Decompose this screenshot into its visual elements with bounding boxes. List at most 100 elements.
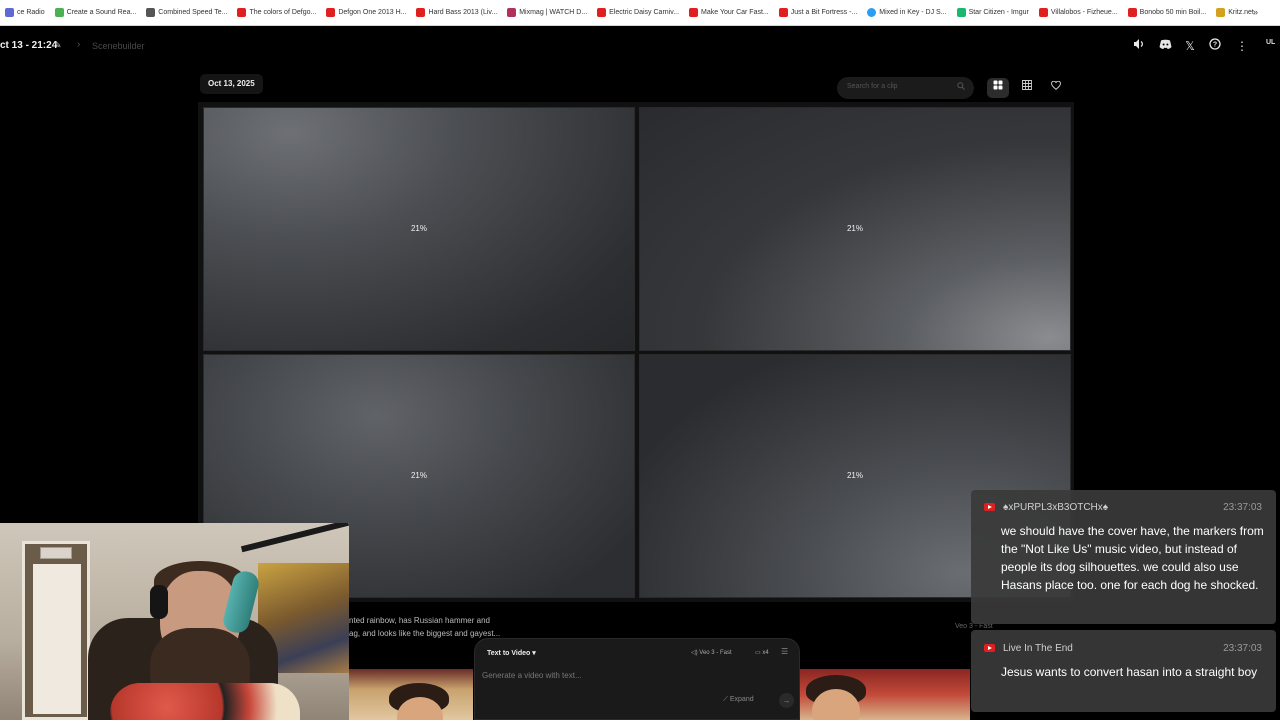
- bookmark-label: Defgon One 2013 H...: [338, 9, 407, 16]
- bookmarks-bar: ce Radio Create a Sound Rea... Combined …: [0, 0, 1280, 26]
- speaker-icon[interactable]: [1131, 38, 1147, 54]
- clip-progress: 21%: [410, 471, 427, 480]
- discord-icon[interactable]: [1157, 38, 1173, 54]
- chevron-down-icon: ▾: [532, 650, 536, 657]
- mode-select[interactable]: Text to Video ▾: [487, 649, 536, 657]
- bookmark-label: Kritz.net: [1228, 9, 1254, 16]
- clip-tile[interactable]: 21%: [639, 107, 1071, 351]
- pencil-icon[interactable]: ✎: [54, 40, 62, 51]
- svg-text:?: ?: [1213, 42, 1217, 49]
- clip-progress: 21%: [846, 224, 863, 233]
- bookmark-label: The colors of Defgo...: [249, 9, 317, 16]
- settings-sliders-icon[interactable]: ☰: [781, 647, 788, 656]
- bookmark-label: Just a Bit Fortress -...: [790, 9, 858, 16]
- bookmark-favicon-icon: [507, 8, 517, 17]
- search-placeholder: Search for a clip: [847, 83, 898, 90]
- bookmark-label: Electric Daisy Carniv...: [609, 9, 680, 16]
- youtube-icon: [237, 8, 247, 17]
- youtube-icon: [984, 644, 995, 652]
- avatar[interactable]: UL: [1266, 39, 1280, 53]
- chevron-right-icon: ›: [77, 39, 81, 50]
- bookmark-favicon-icon: [54, 8, 64, 17]
- clip-tile[interactable]: 21%: [203, 107, 635, 351]
- bookmark-item[interactable]: Villalobos - Fizheue...: [1034, 0, 1123, 25]
- youtube-icon: [689, 8, 699, 17]
- video-thumbnail[interactable]: [349, 669, 473, 720]
- chat-text: we should have the cover have, the marke…: [1001, 524, 1264, 592]
- bookmark-item[interactable]: Star Citizen - Imgur: [952, 0, 1034, 25]
- favorites-button[interactable]: [1045, 78, 1067, 98]
- expand-button[interactable]: ⟋ Expand: [723, 696, 754, 704]
- dense-grid-view-button[interactable]: [1016, 78, 1038, 98]
- breadcrumb[interactable]: Scenebuilder: [92, 41, 145, 51]
- grid-2x2-icon: [993, 80, 1003, 90]
- grid-3x3-icon: [1022, 80, 1032, 90]
- bookmark-item[interactable]: Make Your Car Fast...: [684, 0, 774, 25]
- date-label: Oct 13, 2025: [200, 74, 263, 94]
- background-door: [22, 541, 90, 720]
- wand-icon: ⟋: [723, 696, 730, 703]
- chat-message: ♠xPURPL3xB3OTCHx♠ 23:37:03 we should hav…: [971, 490, 1276, 624]
- help-icon[interactable]: ?: [1207, 38, 1223, 54]
- bookmark-item[interactable]: Create a Sound Rea...: [50, 0, 142, 25]
- bookmark-favicon-icon: [1216, 8, 1226, 17]
- mode-label: Text to Video: [487, 650, 531, 657]
- youtube-icon: [326, 8, 336, 17]
- streamer-shirt: [110, 683, 300, 720]
- youtube-icon: [1038, 8, 1048, 17]
- youtube-icon: [416, 8, 426, 17]
- chat-author: Live In The End: [1003, 643, 1073, 654]
- bookmark-item[interactable]: ce Radio: [0, 0, 50, 25]
- bookmark-item[interactable]: Combined Speed Te...: [141, 0, 232, 25]
- background-door-panel: [33, 564, 81, 714]
- more-bookmarks-icon[interactable]: »: [1253, 7, 1258, 17]
- more-menu-icon[interactable]: ⋮: [1234, 38, 1250, 54]
- youtube-icon: [1127, 8, 1137, 17]
- bookmark-label: Villalobos - Fizheue...: [1050, 9, 1118, 16]
- clip-progress: 21%: [846, 471, 863, 480]
- bookmark-item[interactable]: The colors of Defgo...: [232, 0, 321, 25]
- clip-progress: 21%: [410, 224, 427, 233]
- search-input[interactable]: Search for a clip: [837, 77, 974, 99]
- bookmark-label: Combined Speed Te...: [158, 9, 228, 16]
- youtube-icon: [597, 8, 607, 17]
- screen: ce Radio Create a Sound Rea... Combined …: [0, 0, 1280, 720]
- bookmark-label: Star Citizen - Imgur: [968, 9, 1029, 16]
- model-select[interactable]: ◁) Veo 3 - Fast: [691, 649, 732, 656]
- grid-view-button[interactable]: [987, 78, 1009, 98]
- bookmark-item[interactable]: Hard Bass 2013 (Liv...: [411, 0, 502, 25]
- chat-timestamp: 23:37:03: [1223, 643, 1262, 654]
- bookmark-item[interactable]: Just a Bit Fortress -...: [774, 0, 863, 25]
- expand-label: Expand: [729, 696, 754, 703]
- chat-message: Live In The End 23:37:03 Jesus wants to …: [971, 630, 1276, 712]
- prompt-input[interactable]: Generate a video with text...: [482, 671, 582, 680]
- bookmark-item[interactable]: Electric Daisy Carniv...: [592, 0, 684, 25]
- bookmark-item[interactable]: Bonobo 50 min Boil...: [1123, 0, 1212, 25]
- bookmark-item[interactable]: Mixmag | WATCH D...: [502, 0, 592, 25]
- chat-overlay: ♠xPURPL3xB3OTCHx♠ 23:37:03 we should hav…: [971, 490, 1280, 720]
- x-logo-icon[interactable]: 𝕏: [1182, 38, 1198, 54]
- bookmark-favicon-icon: [146, 8, 156, 17]
- send-button[interactable]: →: [779, 693, 794, 708]
- bookmark-label: Mixmag | WATCH D...: [519, 9, 588, 16]
- project-title: ct 13 - 21:24: [0, 40, 58, 51]
- video-thumbnail[interactable]: [800, 669, 970, 720]
- bookmark-label: Create a Sound Rea...: [66, 9, 137, 16]
- mic-arm: [240, 523, 349, 553]
- app-header: ct 13 - 21:24 ✎ › Scenebuilder 𝕏 ? ⋮ UL: [0, 27, 1280, 67]
- bookmark-label: ce Radio: [17, 9, 45, 16]
- prompt-line: nted rainbow, has Russian hammer and: [349, 616, 490, 625]
- bookmark-favicon-icon: [867, 8, 877, 17]
- search-icon: [957, 82, 965, 92]
- heart-icon: [1051, 80, 1061, 90]
- bookmark-item[interactable]: Defgon One 2013 H...: [321, 0, 411, 25]
- output-count[interactable]: ▭ x4: [755, 649, 769, 656]
- bookmark-favicon-icon: [5, 8, 14, 17]
- bookmark-item[interactable]: Mixed in Key - DJ S...: [862, 0, 951, 25]
- chat-text: Jesus wants to convert hasan into a stra…: [1001, 665, 1258, 679]
- prompt-line: ag, and looks like the biggest and gayes…: [349, 629, 501, 638]
- bookmark-item[interactable]: Kritz.net: [1211, 0, 1259, 25]
- webcam-overlay: [0, 523, 349, 720]
- model-label: Veo 3 - Fast: [699, 650, 732, 656]
- bookmark-favicon-icon: [956, 8, 966, 17]
